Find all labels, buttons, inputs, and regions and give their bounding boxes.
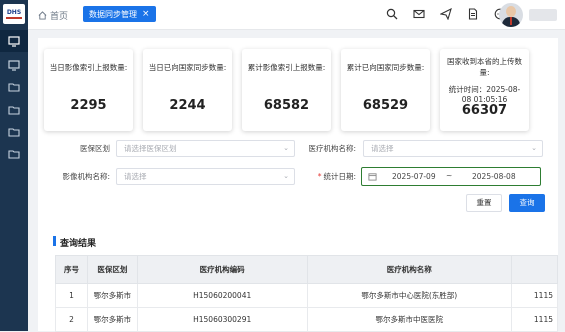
date-start[interactable]: 2025-07-09 xyxy=(392,172,436,181)
table-cell: 鄂尔多斯市 xyxy=(86,307,138,332)
tab-data-sync[interactable]: 数据同步管理 × xyxy=(83,6,156,22)
section-accent-bar xyxy=(53,236,56,246)
stat-card-value: 2295 xyxy=(70,98,107,113)
table-cell: 鄂尔多斯市 xyxy=(86,283,138,308)
date-separator: ~ xyxy=(446,171,453,180)
table-cell: 鄂尔多斯市中医医院 xyxy=(306,307,513,332)
region-label: 医保区划 xyxy=(80,144,110,153)
table-row[interactable]: 2 鄂尔多斯市 H15060300291 鄂尔多斯市中医医院 1115 xyxy=(55,307,558,332)
tab-data-sync-label: 数据同步管理 xyxy=(89,9,137,19)
avatar-tie xyxy=(510,17,512,25)
imaging-select[interactable]: 请选择 ⌄ xyxy=(116,168,295,185)
main-content: 当日影像索引上报数量: 2295 当日已向国家同步数量: 2244 累计影像索引… xyxy=(38,38,558,332)
document-icon[interactable] xyxy=(466,7,480,21)
sidebar: DHS xyxy=(0,0,28,331)
chevron-down-icon: ⌄ xyxy=(283,172,289,180)
date-label-wrap: * 统计日期: xyxy=(308,171,356,182)
table-header-row: 序号 医保区划 医疗机构编码 医疗机构名称 xyxy=(55,255,558,284)
results-title: 查询结果 xyxy=(60,239,97,249)
column-header: 医疗机构名称 xyxy=(306,255,513,284)
stat-card-national-received: 国家收到本省的上传数量: 统计时间：2025-08-08 01:05:16 66… xyxy=(440,49,529,131)
sidebar-item-monitor-1[interactable] xyxy=(0,30,28,52)
stat-cards: 当日影像索引上报数量: 2295 当日已向国家同步数量: 2244 累计影像索引… xyxy=(44,49,529,131)
calendar-icon xyxy=(368,172,377,183)
monitor-icon xyxy=(8,60,20,71)
stat-card-total-sync: 累计已向国家同步数量: 68529 xyxy=(341,49,430,131)
table-cell: 1115 xyxy=(511,307,558,332)
imaging-label: 影像机构名称: xyxy=(62,172,110,181)
stat-card-daily-upload: 当日影像索引上报数量: 2295 xyxy=(44,49,133,131)
user-name-redacted[interactable] xyxy=(529,9,557,21)
column-header xyxy=(511,255,558,284)
avatar[interactable] xyxy=(499,3,523,27)
toolbar-icons xyxy=(385,7,507,21)
folder-icon xyxy=(8,128,20,137)
send-icon[interactable] xyxy=(439,7,453,21)
stat-card-total-upload: 累计影像索引上报数量: 68582 xyxy=(242,49,331,131)
stat-card-value: 2244 xyxy=(169,98,206,113)
top-bar: 首页 数据同步管理 × xyxy=(28,0,565,30)
sidebar-item-monitor-2[interactable] xyxy=(0,54,28,76)
avatar-head xyxy=(506,6,516,17)
chevron-down-icon: ⌄ xyxy=(531,144,537,152)
tab-home[interactable]: 首页 xyxy=(38,9,68,22)
institution-select[interactable]: 请选择 ⌄ xyxy=(363,140,543,157)
folder-icon xyxy=(8,83,20,92)
reset-button[interactable]: 重置 xyxy=(466,194,502,212)
home-icon xyxy=(38,11,47,20)
tab-home-label: 首页 xyxy=(50,12,69,22)
region-select[interactable]: 请选择医保区划 ⌄ xyxy=(116,140,295,157)
required-marker: * xyxy=(317,172,322,181)
sidebar-item-folder-3[interactable] xyxy=(0,121,28,143)
imaging-placeholder: 请选择 xyxy=(124,172,147,181)
table-cell: 1 xyxy=(55,283,88,308)
logo-stripe xyxy=(6,17,22,19)
column-header: 医疗机构编码 xyxy=(136,255,308,284)
date-label: 统计日期: xyxy=(323,172,356,181)
stat-card-label: 累计已向国家同步数量: xyxy=(346,63,425,72)
date-range-picker[interactable]: 2025-07-09 ~ 2025-08-08 xyxy=(361,167,541,186)
folder-icon xyxy=(8,150,20,159)
table-cell: 2 xyxy=(55,307,88,332)
stat-card-value: 66307 xyxy=(461,103,508,118)
stat-card-daily-sync: 当日已向国家同步数量: 2244 xyxy=(143,49,232,131)
monitor-icon xyxy=(8,36,20,47)
sidebar-item-folder-2[interactable] xyxy=(0,99,28,121)
sidebar-item-folder-4[interactable] xyxy=(0,143,28,165)
column-header: 医保区划 xyxy=(86,255,138,284)
results-table: 序号 医保区划 医疗机构编码 医疗机构名称 1 鄂尔多斯市 H150602000… xyxy=(55,255,558,332)
chevron-down-icon: ⌄ xyxy=(283,144,289,152)
close-icon[interactable]: × xyxy=(142,9,150,19)
query-button[interactable]: 查询 xyxy=(509,194,545,212)
folder-icon xyxy=(8,106,20,115)
stat-card-label: 当日已向国家同步数量: xyxy=(148,63,227,72)
stat-card-value: 68529 xyxy=(362,98,409,113)
date-end[interactable]: 2025-08-08 xyxy=(472,172,516,181)
search-icon[interactable] xyxy=(385,7,399,21)
table-cell: H15060200041 xyxy=(136,283,308,308)
column-header: 序号 xyxy=(55,255,88,284)
table-row[interactable]: 1 鄂尔多斯市 H15060200041 鄂尔多斯市中心医院(东胜部) 1115 xyxy=(55,283,558,308)
stat-card-value: 68582 xyxy=(263,98,310,113)
stat-card-timestamp: 统计时间：2025-08-08 01:05:16 xyxy=(448,85,521,104)
institution-placeholder: 请选择 xyxy=(371,144,394,153)
region-placeholder: 请选择医保区划 xyxy=(124,144,177,153)
stat-card-label: 国家收到本省的上传数量: xyxy=(447,57,522,77)
mail-icon[interactable] xyxy=(412,7,426,21)
logo-text: DHS xyxy=(6,9,22,16)
stat-card-label: 累计影像索引上报数量: xyxy=(247,63,326,72)
table-cell: H15060300291 xyxy=(136,307,308,332)
sidebar-item-folder-1[interactable] xyxy=(0,76,28,98)
app-logo: DHS xyxy=(3,4,25,24)
table-cell: 1115 xyxy=(511,283,558,308)
institution-label: 医疗机构名称: xyxy=(308,144,356,153)
table-cell: 鄂尔多斯市中心医院(东胜部) xyxy=(306,283,513,308)
stat-card-label: 当日影像索引上报数量: xyxy=(49,63,128,72)
